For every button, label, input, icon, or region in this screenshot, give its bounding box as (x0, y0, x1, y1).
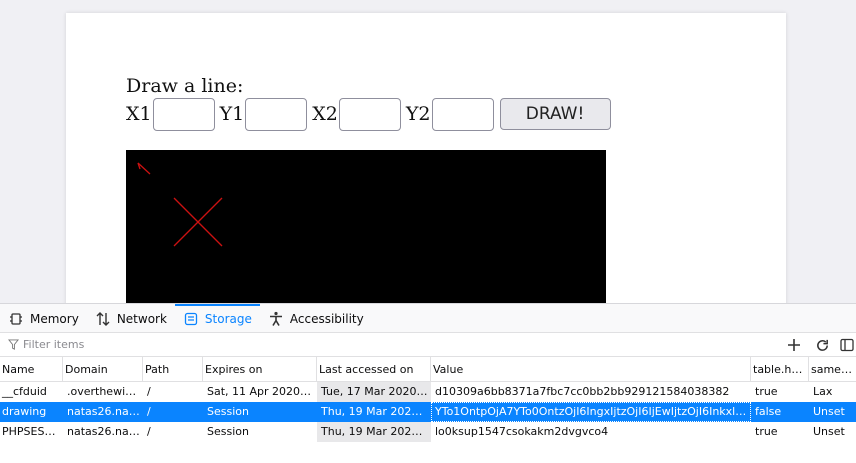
tab-label: Memory (30, 311, 79, 326)
cookie-cell-value[interactable]: d10309a6bb8371a7fbc7cc0bb2bb929121584038… (431, 382, 751, 402)
cookie-cell-http-only[interactable]: false (751, 402, 809, 422)
storage-icon (184, 312, 198, 325)
sidebar-toggle-button[interactable] (840, 335, 856, 355)
y1-label: Y1 (219, 103, 245, 125)
cookie-cell-http-only[interactable]: true (751, 422, 809, 442)
cookie-cell-samesite[interactable]: Unset (809, 402, 856, 422)
drawing-canvas (126, 150, 606, 303)
cookie-cell-samesite[interactable]: Lax (809, 382, 856, 402)
x2-input[interactable] (338, 97, 401, 131)
browser-viewport: Draw a line: X1 Y1 X2 Y2 DRAW! (0, 0, 856, 303)
cookie-cell-last-accessed-on[interactable]: Tue, 17 Mar 2020 17... (317, 382, 431, 402)
devtools-tabbar: Memory Network Storage Accessibility (0, 304, 856, 333)
add-icon (788, 339, 800, 351)
cookie-cell-value[interactable]: lo0ksup1547csokakm2dvgvco4 (431, 422, 751, 442)
drawing-lines (137, 162, 223, 247)
cookie-cell-path[interactable]: / (143, 382, 203, 402)
cookie-row[interactable]: __cfduid .overthewire... / Sat, 11 Apr 2020… (0, 382, 856, 402)
x1-label: X1 (126, 103, 152, 125)
y1-input[interactable] (245, 97, 308, 131)
x1-input[interactable] (152, 97, 215, 131)
cookie-cell-last-accessed-on[interactable]: Thu, 19 Mar 2020 1... (317, 422, 431, 442)
page-card: Draw a line: X1 Y1 X2 Y2 DRAW! (66, 13, 786, 303)
filter-icon (8, 339, 19, 350)
column-header-expires-on[interactable]: Expires on (203, 357, 317, 382)
tab-memory[interactable]: Memory (0, 304, 87, 333)
tab-label: Accessibility (289, 311, 364, 326)
refresh-button[interactable] (812, 335, 832, 355)
column-header-http-only[interactable]: table.he... (751, 357, 809, 382)
cookie-cell-domain[interactable]: natas26.nat... (63, 422, 143, 442)
x2-label: X2 (312, 103, 338, 125)
tab-network[interactable]: Network (87, 304, 175, 333)
add-item-button[interactable] (784, 335, 804, 355)
column-header-domain[interactable]: Domain (63, 357, 143, 382)
memory-icon (10, 312, 22, 325)
tab-label: Network (116, 311, 167, 326)
cookie-cell-name[interactable]: PHPSESS... (0, 422, 63, 442)
refresh-icon (816, 339, 828, 351)
draw-button[interactable]: DRAW! (499, 98, 611, 130)
tab-storage[interactable]: Storage (174, 304, 260, 333)
coordinate-form: X1 Y1 X2 Y2 DRAW! (126, 97, 611, 131)
cookie-cell-last-accessed-on[interactable]: Thu, 19 Mar 2020 1... (317, 402, 431, 422)
tab-label: Storage (204, 311, 252, 326)
sidebar-toggle-icon (840, 338, 854, 352)
cookie-cell-http-only[interactable]: true (751, 382, 809, 402)
cookie-cell-value[interactable]: YTo1OntpOjA7YTo0OntzOjI6IngxIjtzOjI6IjEw… (431, 402, 751, 422)
cookie-cell-expires-on[interactable]: Session (203, 402, 317, 422)
column-header-name[interactable]: Name (0, 357, 63, 382)
cookie-cell-path[interactable]: / (143, 422, 203, 442)
filter-input[interactable] (23, 338, 623, 351)
cookie-cell-path[interactable]: / (143, 402, 203, 422)
cookie-cell-samesite[interactable]: Unset (809, 422, 856, 442)
cookie-row[interactable]: PHPSESS... natas26.nat... / Session Thu, 19 … (0, 422, 856, 442)
filter-bar (0, 333, 856, 357)
cookie-table-header: Name Domain Path Expires on Last accessed on… (0, 357, 856, 382)
column-header-last-accessed-on[interactable]: Last accessed on (317, 357, 431, 382)
cookie-cell-domain[interactable]: natas26.nat... (63, 402, 143, 422)
network-icon (96, 311, 110, 326)
y2-label: Y2 (405, 103, 431, 125)
cookie-cell-expires-on[interactable]: Sat, 11 Apr 2020 18:... (203, 382, 317, 402)
cookie-cell-domain[interactable]: .overthewire... (63, 382, 143, 402)
accessibility-icon (269, 311, 282, 326)
tab-accessibility[interactable]: Accessibility (260, 304, 372, 333)
cookie-cell-expires-on[interactable]: Session (203, 422, 317, 442)
cookie-cell-name[interactable]: drawing (0, 402, 63, 422)
y2-input[interactable] (431, 97, 494, 131)
page-heading: Draw a line: (126, 75, 244, 97)
column-header-path[interactable]: Path (143, 357, 203, 382)
column-header-samesite[interactable]: sameSite (809, 357, 856, 382)
column-header-value[interactable]: Value (431, 357, 751, 382)
cookie-cell-name[interactable]: __cfduid (0, 382, 63, 402)
cookie-row[interactable]: drawing natas26.nat... / Session Thu, 19 Mar… (0, 402, 856, 422)
devtools-panel: Memory Network Storage Accessibility Nam… (0, 303, 856, 463)
